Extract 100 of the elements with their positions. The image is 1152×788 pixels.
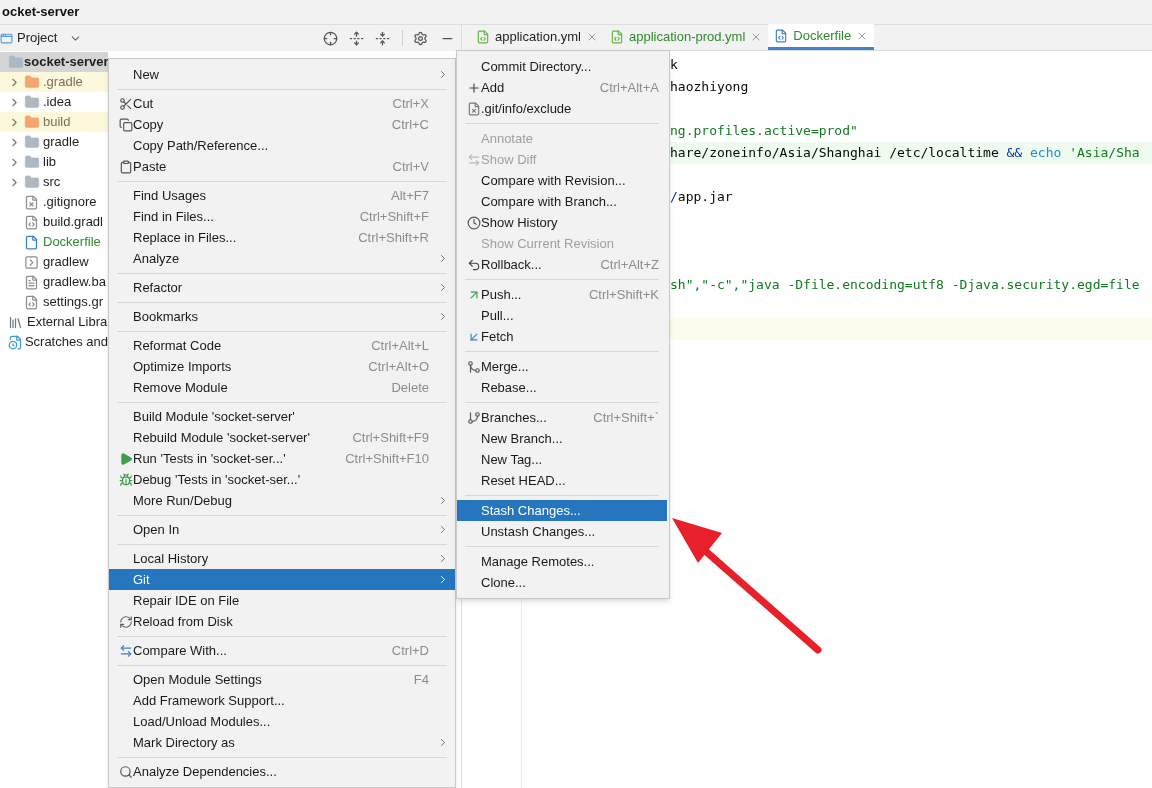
compare-arrows-icon: [467, 152, 481, 167]
menu-item[interactable]: Analyze Dependencies...: [109, 761, 455, 782]
menu-item[interactable]: Compare With... Ctrl+D: [109, 640, 455, 661]
editor-tab[interactable]: Dockerfile: [768, 24, 875, 50]
menu-item[interactable]: Run 'Tests in 'socket-ser...' Ctrl+Shift+F10: [109, 448, 455, 469]
menu-item[interactable]: Fetch: [457, 326, 667, 347]
locate-icon[interactable]: [323, 30, 338, 46]
clock-icon: [467, 215, 481, 230]
compare-arrows-icon: [119, 643, 133, 658]
menu-item[interactable]: Stash Changes...: [457, 500, 667, 521]
menu-item[interactable]: Remove Module Delete: [109, 377, 455, 398]
tree-item[interactable]: Dockerfile: [0, 232, 108, 252]
tree-item[interactable]: .idea: [0, 92, 108, 112]
menu-item[interactable]: Unstash Changes...: [457, 521, 667, 542]
menu-item[interactable]: Reset HEAD...: [457, 470, 667, 491]
menu-item[interactable]: Debug 'Tests in 'socket-ser...': [109, 469, 455, 490]
bug-icon: [119, 472, 133, 487]
menu-item[interactable]: Add Framework Support...: [109, 690, 455, 711]
menu-item[interactable]: Reformat Code Ctrl+Alt+L: [109, 335, 455, 356]
menu-item[interactable]: Copy Ctrl+C: [109, 114, 455, 135]
plus-icon: [467, 80, 481, 95]
menu-item[interactable]: Paste Ctrl+V: [109, 156, 455, 177]
tree-item[interactable]: Scratches and: [0, 332, 108, 352]
folder-icon: [24, 74, 40, 90]
menu-item[interactable]: Replace in Files... Ctrl+Shift+R: [109, 227, 455, 248]
tree-item[interactable]: gradlew.ba: [0, 272, 108, 292]
menu-item[interactable]: New Branch...: [457, 428, 667, 449]
tree-item[interactable]: .gitignore: [0, 192, 108, 212]
menu-item[interactable]: Bookmarks: [109, 306, 455, 327]
tree-item[interactable]: src: [0, 172, 108, 192]
menu-item[interactable]: Find Usages Alt+F7: [109, 185, 455, 206]
menu-item[interactable]: Optimize Imports Ctrl+Alt+O: [109, 356, 455, 377]
menu-item[interactable]: Commit Directory...: [457, 56, 667, 77]
tab-label: Dockerfile: [793, 26, 852, 45]
tree-item[interactable]: build: [0, 112, 108, 132]
settings-icon[interactable]: [413, 30, 428, 46]
tree-item[interactable]: build.gradl: [0, 212, 108, 232]
file-icon: [774, 28, 789, 43]
menu-item[interactable]: Local History: [109, 548, 455, 569]
menu-item[interactable]: Git: [109, 569, 455, 590]
menu-item[interactable]: Mark Directory as: [109, 732, 455, 753]
shortcut-label: Ctrl+D: [391, 641, 430, 660]
menu-item[interactable]: Pull...: [457, 305, 667, 326]
menu-item[interactable]: Find in Files... Ctrl+Shift+F: [109, 206, 455, 227]
menu-item[interactable]: Show History: [457, 212, 667, 233]
menu-item[interactable]: Build Module 'socket-server': [109, 406, 455, 427]
editor-tab[interactable]: application.yml: [470, 24, 604, 50]
menu-item[interactable]: New: [109, 64, 455, 85]
tree-item[interactable]: gradlew: [0, 252, 108, 272]
tree-label: gradlew: [43, 253, 89, 272]
menu-item[interactable]: Rebuild Module 'socket-server' Ctrl+Shift+F9: [109, 427, 455, 448]
tree-item[interactable]: External Libra: [0, 312, 108, 332]
folder-icon: [8, 54, 24, 70]
menu-item[interactable]: Compare with Revision...: [457, 170, 667, 191]
shortcut-label: Alt+F7: [391, 186, 430, 205]
tree-item[interactable]: settings.gr: [0, 292, 108, 312]
shortcut-label: Ctrl+X: [392, 94, 430, 113]
tree-label: lib: [43, 153, 56, 172]
menu-item[interactable]: Open Module Settings F4: [109, 669, 455, 690]
shortcut-label: Ctrl+Shift+F: [359, 207, 430, 226]
menu-item[interactable]: Cut Ctrl+X: [109, 93, 455, 114]
shortcut-label: Ctrl+C: [391, 115, 430, 134]
menu-item[interactable]: Open In: [109, 519, 455, 540]
file-icon: [476, 30, 490, 44]
shortcut-label: Ctrl+Shift+`: [593, 408, 660, 427]
menu-item[interactable]: More Run/Debug: [109, 490, 455, 511]
tree-item[interactable]: lib: [0, 152, 108, 172]
menu-item[interactable]: Clone...: [457, 572, 667, 593]
tree-item[interactable]: socket-server: [0, 52, 108, 72]
menu-item[interactable]: Analyze: [109, 248, 455, 269]
tree-label: Scratches and: [24, 333, 108, 352]
tree-label: External Libra: [27, 313, 108, 332]
collapse-all-icon[interactable]: [375, 30, 390, 46]
menu-item[interactable]: Compare with Branch...: [457, 191, 667, 212]
editor-tab[interactable]: application-prod.yml: [604, 24, 769, 50]
menu-item[interactable]: Refactor: [109, 277, 455, 298]
menu-item[interactable]: Manage Remotes...: [457, 551, 667, 572]
code-line: /app.jar: [670, 188, 734, 207]
merge-icon: [467, 359, 481, 374]
menu-item[interactable]: Rollback... Ctrl+Alt+Z: [457, 254, 667, 275]
menu-item[interactable]: Repair IDE on File: [109, 590, 455, 611]
tree-item[interactable]: .gradle: [0, 72, 108, 92]
menu-item[interactable]: Merge...: [457, 356, 667, 377]
folder-icon: [24, 114, 40, 130]
expand-all-icon[interactable]: [349, 30, 364, 46]
menu-item[interactable]: Reload from Disk: [109, 611, 455, 632]
shortcut-label: Ctrl+Shift+K: [588, 285, 660, 304]
close-icon[interactable]: [586, 31, 598, 43]
panel-title[interactable]: Project: [13, 28, 58, 48]
menu-item[interactable]: Rebase...: [457, 377, 667, 398]
text-file-icon: [24, 274, 39, 290]
menu-item[interactable]: Add Ctrl+Alt+A: [457, 77, 667, 98]
folder-icon: [24, 134, 40, 150]
menu-item[interactable]: .git/info/exclude: [457, 98, 667, 119]
menu-item[interactable]: Copy Path/Reference...: [109, 135, 455, 156]
menu-item[interactable]: Branches... Ctrl+Shift+`: [457, 407, 667, 428]
menu-item[interactable]: New Tag...: [457, 449, 667, 470]
menu-item[interactable]: Push... Ctrl+Shift+K: [457, 284, 667, 305]
tree-item[interactable]: gradle: [0, 132, 108, 152]
menu-item[interactable]: Load/Unload Modules...: [109, 711, 455, 732]
